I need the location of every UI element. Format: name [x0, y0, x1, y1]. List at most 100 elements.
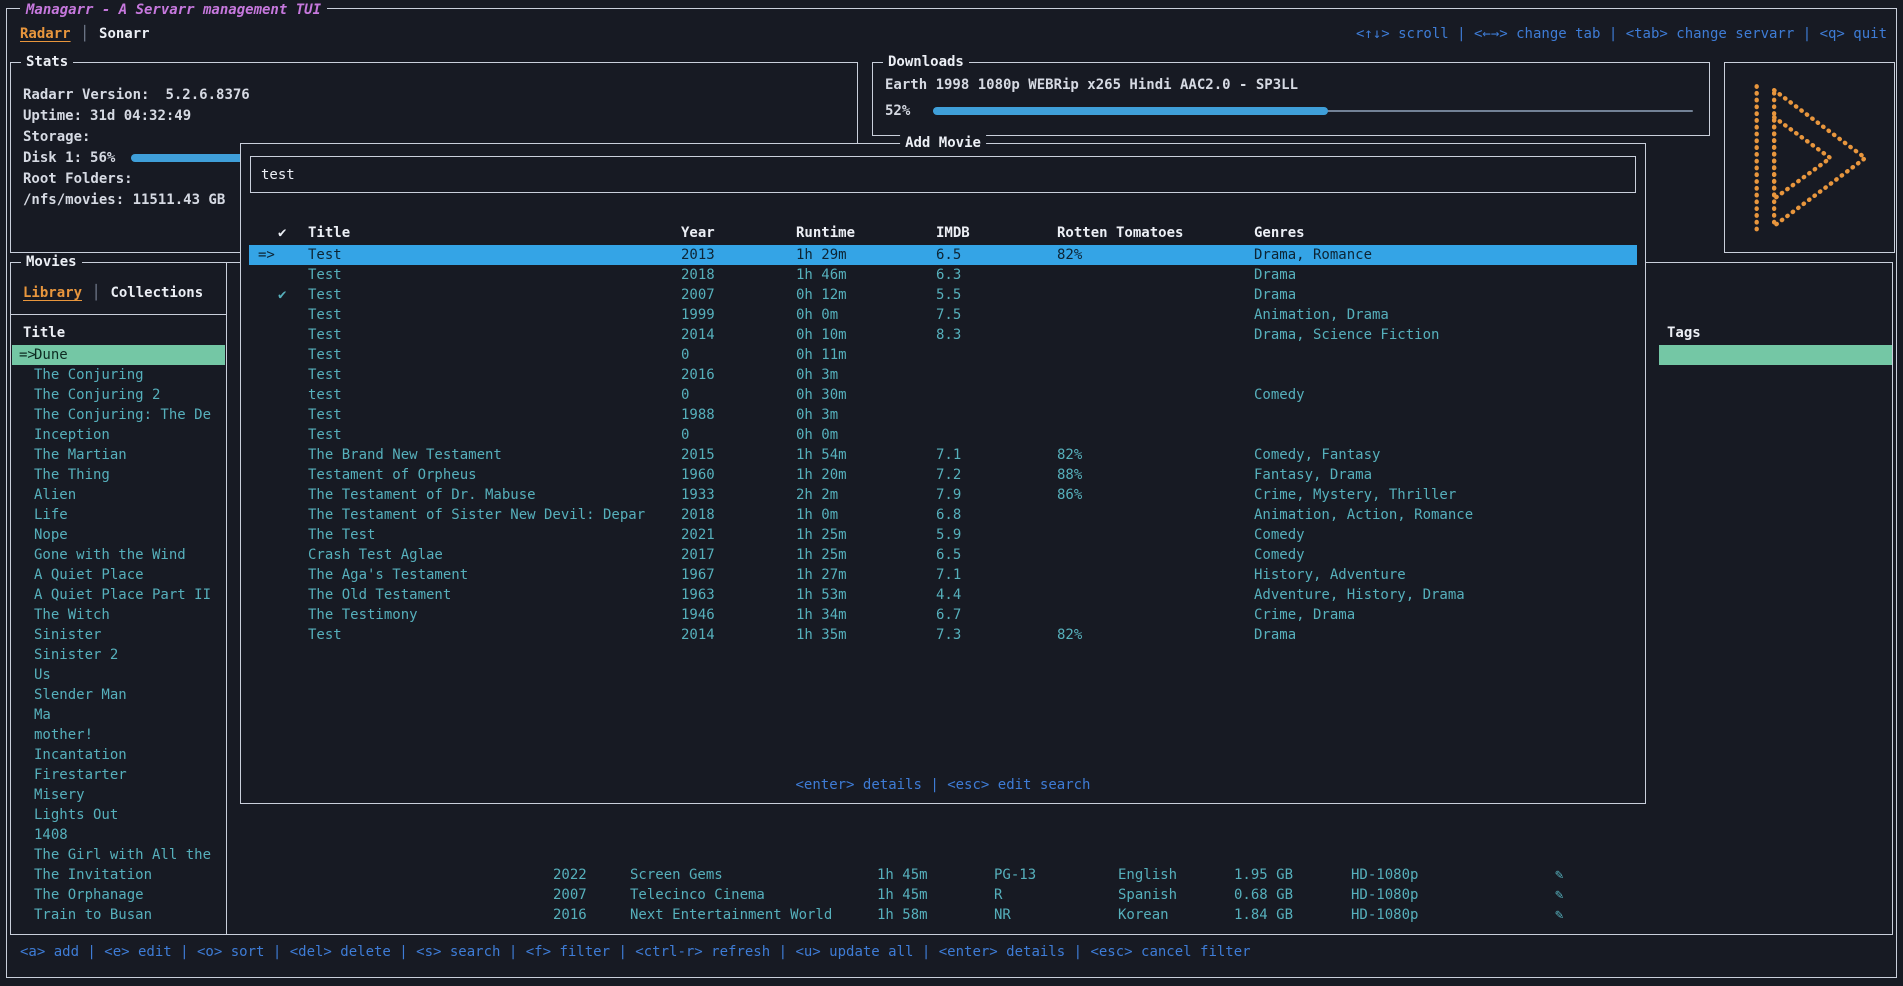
movie-list-item[interactable]: Misery [12, 785, 225, 805]
movie-list-item[interactable]: Ma [12, 705, 225, 725]
movie-list-item[interactable]: The Conjuring: The De [12, 405, 225, 425]
movie-year: 2007 [553, 885, 587, 905]
search-result-row[interactable]: The Testimony 1946 1h 34m 6.7 Crime, Dra… [249, 605, 1637, 625]
movie-table-row[interactable]: 2007 Telecinco Cinema 1h 45m R Spanish 0… [11, 885, 1890, 905]
movie-table-row[interactable]: 2022 Screen Gems 1h 45m PG-13 English 1.… [11, 865, 1890, 885]
movies-table-rows: 2022 Screen Gems 1h 45m PG-13 English 1.… [11, 865, 1890, 925]
result-year: 2007 [681, 285, 715, 305]
result-title: Test [308, 325, 342, 345]
movie-list-item[interactable]: Gone with the Wind [12, 545, 225, 565]
search-result-row[interactable]: => Test 2013 1h 29m 6.5 82% Drama, Roman… [249, 245, 1637, 265]
result-runtime: 1h 34m [796, 605, 847, 625]
search-result-row[interactable]: Crash Test Aglae 2017 1h 25m 6.5 Comedy [249, 545, 1637, 565]
result-title: Test [308, 285, 342, 305]
result-imdb-rating: 6.5 [936, 245, 961, 265]
search-result-row[interactable]: test 0 0h 30m Comedy [249, 385, 1637, 405]
search-result-row[interactable]: Test 0 0h 0m [249, 425, 1637, 445]
tab-radarr[interactable]: Radarr [20, 24, 71, 44]
search-result-row[interactable]: The Testament of Dr. Mabuse 1933 2h 2m 7… [249, 485, 1637, 505]
movie-title: The Thing [34, 467, 110, 483]
search-result-row[interactable]: ✔ Test 2007 0h 12m 5.5 Drama [249, 285, 1637, 305]
result-year: 1988 [681, 405, 715, 425]
result-genres: Crime, Mystery, Thriller [1254, 485, 1456, 505]
result-runtime: 1h 0m [796, 505, 838, 525]
movie-list-item[interactable]: Slender Man [12, 685, 225, 705]
movie-table-row[interactable]: 2016 Next Entertainment World 1h 58m NR … [11, 905, 1890, 925]
result-year: 1999 [681, 305, 715, 325]
result-year: 2014 [681, 625, 715, 645]
movie-list-item[interactable]: Sinister 2 [12, 645, 225, 665]
movie-list-item[interactable]: The Conjuring 2 [12, 385, 225, 405]
result-genres: History, Adventure [1254, 565, 1406, 585]
storage-label: Storage: [23, 129, 90, 145]
movie-list-item[interactable]: Life [12, 505, 225, 525]
result-title: The Testament of Sister New Devil: Depar [308, 505, 645, 525]
result-genres: Comedy, Fantasy [1254, 445, 1380, 465]
tab-collections[interactable]: Collections [110, 283, 203, 303]
result-year: 1963 [681, 585, 715, 605]
movies-panel-title: Movies [21, 253, 82, 271]
search-result-row[interactable]: Test 2016 0h 3m [249, 365, 1637, 385]
tab-sonarr[interactable]: Sonarr [99, 24, 150, 44]
movie-title: mother! [34, 727, 93, 743]
movie-list-item[interactable]: Inception [12, 425, 225, 445]
uptime-value: 31d 04:32:49 [90, 108, 191, 124]
movie-list-item[interactable]: Firestarter [12, 765, 225, 785]
result-runtime: 1h 54m [796, 445, 847, 465]
movie-list-item[interactable]: Nope [12, 525, 225, 545]
result-genres: Comedy [1254, 525, 1305, 545]
movie-size: 0.68 GB [1234, 885, 1293, 905]
result-year: 0 [681, 345, 689, 365]
movie-title: The Conjuring: The De [34, 407, 211, 423]
movie-list-item[interactable]: Alien [12, 485, 225, 505]
search-result-row[interactable]: Test 0 0h 11m [249, 345, 1637, 365]
result-runtime: 0h 3m [796, 365, 838, 385]
result-runtime: 0h 12m [796, 285, 847, 305]
stats-panel-title: Stats [21, 53, 73, 71]
check-column-header: ✔ [278, 223, 286, 243]
search-result-row[interactable]: Test 1999 0h 0m 7.5 Animation, Drama [249, 305, 1637, 325]
movie-search-input[interactable] [250, 156, 1636, 193]
movie-list-item[interactable]: 1408 [12, 825, 225, 845]
movie-list-item[interactable]: The Thing [12, 465, 225, 485]
result-title: Test [308, 345, 342, 365]
search-result-row[interactable]: Testament of Orpheus 1960 1h 20m 7.2 88%… [249, 465, 1637, 485]
movie-runtime: 1h 45m [877, 865, 928, 885]
movie-list-item[interactable]: A Quiet Place Part II [12, 585, 225, 605]
result-rotten-tomatoes: 82% [1057, 625, 1082, 645]
result-genres: Drama [1254, 285, 1296, 305]
result-runtime: 0h 30m [796, 385, 847, 405]
movie-list-item[interactable]: mother! [12, 725, 225, 745]
movie-list-item[interactable]: The Girl with All the [12, 845, 225, 865]
search-result-row[interactable]: The Old Testament 1963 1h 53m 4.4 Advent… [249, 585, 1637, 605]
movie-title: Life [34, 507, 68, 523]
search-result-row[interactable]: The Test 2021 1h 25m 5.9 Comedy [249, 525, 1637, 545]
movie-list-item[interactable]: Lights Out [12, 805, 225, 825]
result-year: 1933 [681, 485, 715, 505]
movie-title: Inception [34, 427, 110, 443]
movie-list-item[interactable]: =>Dune [12, 345, 225, 365]
movie-list-item[interactable]: Sinister [12, 625, 225, 645]
tab-library[interactable]: Library [23, 283, 82, 303]
search-result-row[interactable]: The Aga's Testament 1967 1h 27m 7.1 Hist… [249, 565, 1637, 585]
result-title: Test [308, 265, 342, 285]
search-result-row[interactable]: Test 2018 1h 46m 6.3 Drama [249, 265, 1637, 285]
movie-list-item[interactable]: Us [12, 665, 225, 685]
movie-list-item[interactable]: Incantation [12, 745, 225, 765]
search-result-row[interactable]: Test 1988 0h 3m [249, 405, 1637, 425]
search-result-row[interactable]: Test 2014 0h 10m 8.3 Drama, Science Fict… [249, 325, 1637, 345]
movie-list-item[interactable]: The Martian [12, 445, 225, 465]
movie-language: English [1118, 865, 1177, 885]
search-result-row[interactable]: The Brand New Testament 2015 1h 54m 7.1 … [249, 445, 1637, 465]
result-title: Test [308, 405, 342, 425]
selected-row-tags-cell[interactable] [1659, 345, 1892, 365]
result-imdb-rating: 7.3 [936, 625, 961, 645]
search-result-row[interactable]: Test 2014 1h 35m 7.3 82% Drama [249, 625, 1637, 645]
movie-list-item[interactable]: A Quiet Place [12, 565, 225, 585]
movie-title: Sinister 2 [34, 647, 118, 663]
movie-list-item[interactable]: The Conjuring [12, 365, 225, 385]
disk-percent: 56% [90, 150, 115, 166]
search-result-row[interactable]: The Testament of Sister New Devil: Depar… [249, 505, 1637, 525]
servarr-tabs: Radarr │ Sonarr [20, 24, 150, 44]
movie-list-item[interactable]: The Witch [12, 605, 225, 625]
